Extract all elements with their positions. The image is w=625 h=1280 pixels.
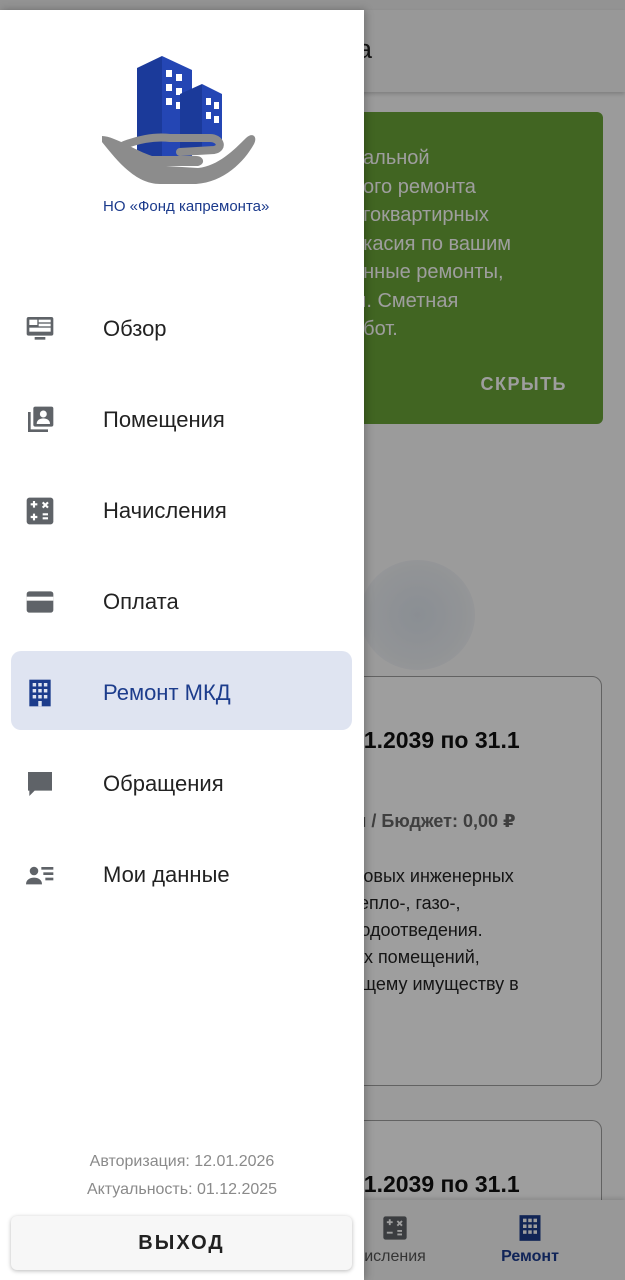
menu-item-my-data[interactable]: Мои данные	[0, 829, 364, 920]
drawer-menu: Обзор Помещения Начисления Оплата Ремонт…	[0, 283, 364, 920]
menu-item-label: Ремонт МКД	[103, 680, 231, 705]
menu-item-label: Обращения	[103, 771, 224, 796]
person-list-icon	[26, 866, 54, 885]
navigation-drawer: НО «Фонд капремонта» Обзор Помещения Нач…	[0, 10, 364, 1280]
menu-item-label: Начисления	[103, 498, 227, 523]
menu-item-appeals[interactable]: Обращения	[0, 738, 364, 829]
monitor-dashboard-icon	[26, 317, 54, 340]
menu-item-payment[interactable]: Оплата	[0, 556, 364, 647]
auth-date: Авторизация: 12.01.2026	[89, 1153, 275, 1170]
portrait-stack-icon	[28, 406, 54, 432]
calculator-icon	[26, 497, 54, 525]
logo-caption: НО «Фонд капремонта»	[103, 198, 270, 215]
menu-item-label: Оплата	[103, 589, 179, 614]
menu-item-label: Обзор	[103, 316, 167, 341]
actual-date: Актуальность: 01.12.2025	[86, 1181, 278, 1198]
session-info: Авторизация: 12.01.2026 Актуальность: 01…	[0, 1148, 364, 1204]
menu-item-charges[interactable]: Начисления	[0, 465, 364, 556]
menu-item-label: Мои данные	[103, 862, 230, 887]
chat-bubble-icon	[28, 772, 52, 796]
menu-item-premises[interactable]: Помещения	[0, 374, 364, 465]
fund-logo	[102, 56, 256, 184]
menu-item-overview[interactable]: Обзор	[0, 283, 364, 374]
menu-item-repair[interactable]: Ремонт МКД	[0, 647, 364, 738]
credit-card-icon	[26, 591, 54, 613]
menu-item-label: Помещения	[103, 407, 225, 432]
apartment-building-icon	[29, 679, 51, 707]
logout-button[interactable]: ВЫХОД	[11, 1216, 352, 1270]
